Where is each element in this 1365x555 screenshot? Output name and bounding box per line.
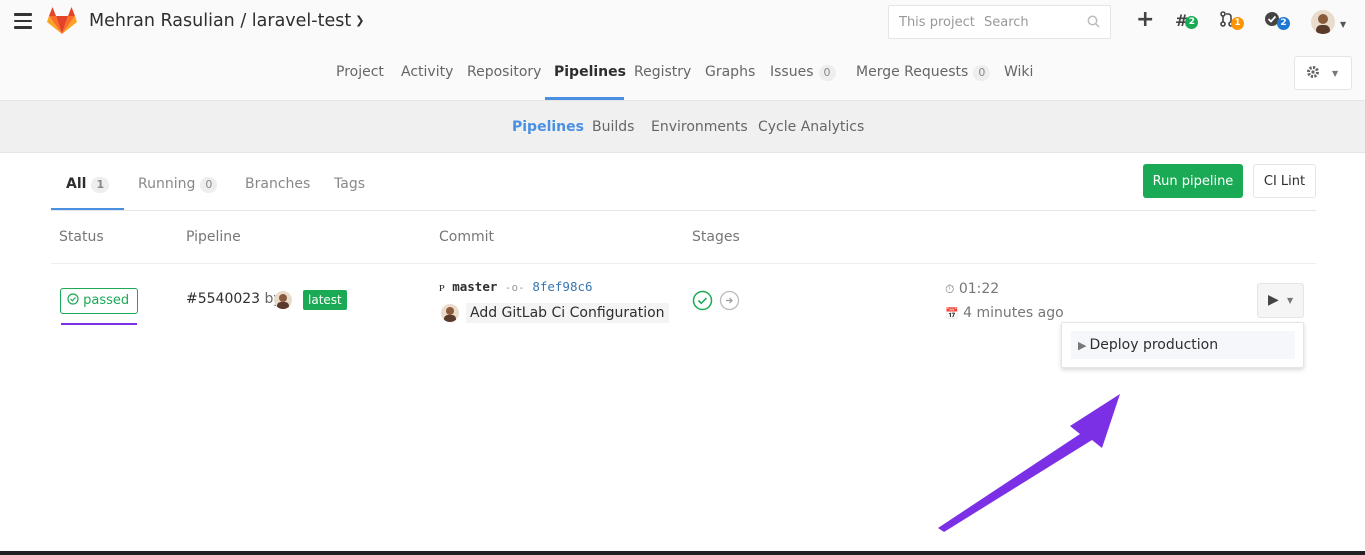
project-path-label: Mehran Rasulian / laravel-test — [89, 11, 352, 31]
sub-nav: Pipelines Builds Environments Cycle Anal… — [0, 101, 1365, 153]
chevron-down-icon: ❯ — [355, 14, 365, 27]
nav-activity[interactable]: Activity — [401, 64, 453, 80]
subnav-builds[interactable]: Builds — [592, 119, 634, 135]
timer-icon: ⏱ — [945, 282, 955, 296]
deploy-production-action[interactable]: ▶ Deploy production — [1071, 331, 1295, 359]
tab-branches[interactable]: Branches — [245, 176, 310, 192]
tab-running-count: 0 — [200, 177, 218, 193]
nav-project[interactable]: Project — [336, 64, 384, 80]
search-input[interactable]: Search — [984, 15, 1029, 30]
avatar[interactable] — [441, 304, 459, 322]
play-icon: ▶ — [1078, 339, 1087, 352]
gitlab-logo[interactable] — [47, 7, 77, 39]
commit-sha-link[interactable]: 8fef98c6 — [532, 279, 592, 294]
caret-down-icon: ▼ — [1332, 69, 1339, 78]
nav-registry[interactable]: Registry — [634, 64, 691, 80]
search-scope-label: This project — [899, 15, 975, 30]
merge-request-count: 1 — [1231, 17, 1244, 30]
pipeline-duration: ⏱ 01:22 — [945, 281, 999, 297]
gear-icon — [1306, 65, 1320, 83]
stage-manual-icon[interactable] — [719, 290, 740, 315]
issues-icon[interactable]: 2 — [1264, 11, 1290, 33]
settings-button[interactable]: ▼ — [1294, 56, 1352, 90]
run-pipeline-button[interactable]: Run pipeline — [1143, 164, 1243, 198]
header-status: Status — [59, 229, 104, 245]
caret-down-icon: ▼ — [1287, 296, 1294, 305]
manual-actions-button[interactable]: ▶ ▼ — [1257, 283, 1304, 318]
nav-repository[interactable]: Repository — [467, 64, 541, 80]
avatar[interactable] — [274, 291, 292, 309]
search-box[interactable]: This project Search — [888, 5, 1111, 39]
ci-lint-button[interactable]: CI Lint — [1253, 164, 1316, 198]
active-nav-indicator — [545, 97, 624, 100]
commit-icon: -o- — [504, 281, 525, 294]
branch-name: master — [452, 279, 498, 294]
calendar-icon: 📅 — [945, 307, 959, 320]
todo-icon[interactable]: #2 — [1175, 11, 1199, 33]
avatar[interactable] — [1311, 10, 1335, 34]
branch-ref[interactable]: ᴘ master -o- 8fef98c6 — [439, 279, 593, 295]
nav-pipelines[interactable]: Pipelines — [554, 64, 626, 80]
project-nav: Project Activity Repository Pipelines Re… — [0, 46, 1365, 101]
caret-down-icon[interactable]: ▼ — [1340, 20, 1346, 29]
nav-graphs[interactable]: Graphs — [705, 64, 755, 80]
tab-all[interactable]: All 1 — [66, 176, 110, 193]
status-badge[interactable]: passed — [60, 288, 138, 314]
duration-value: 01:22 — [958, 281, 1000, 297]
annotation-underline — [61, 323, 137, 325]
pipeline-finished: 📅 4 minutes ago — [945, 305, 1064, 321]
merge-requests-count-pill: 0 — [973, 65, 991, 81]
branch-icon: ᴘ — [439, 279, 445, 294]
subnav-environments[interactable]: Environments — [651, 119, 748, 135]
table-header-divider — [51, 263, 1316, 264]
check-circle-icon — [67, 293, 79, 305]
tabs-divider — [51, 210, 1316, 211]
search-icon — [1087, 15, 1100, 32]
header-commit: Commit — [439, 229, 494, 245]
tab-all-count: 1 — [91, 177, 110, 193]
latest-badge: latest — [303, 290, 347, 310]
commit-title-link[interactable]: Add GitLab Ci Configuration — [466, 303, 669, 323]
subnav-cycle-analytics[interactable]: Cycle Analytics — [758, 119, 864, 135]
nav-merge-requests[interactable]: Merge Requests 0 — [856, 64, 991, 81]
issues-count-pill: 0 — [818, 65, 836, 81]
nav-wiki[interactable]: Wiki — [1004, 64, 1033, 80]
tab-running-label: Running — [138, 176, 196, 192]
pipeline-id: #5540023 — [186, 291, 261, 307]
issues-count: 2 — [1277, 17, 1290, 30]
plus-icon[interactable]: + — [1136, 7, 1154, 32]
tab-tags[interactable]: Tags — [334, 176, 365, 192]
play-icon: ▶ — [1268, 292, 1279, 308]
merge-request-icon[interactable]: 1 — [1220, 11, 1244, 33]
tab-running[interactable]: Running 0 — [138, 176, 218, 193]
status-label: passed — [83, 293, 130, 308]
stage-passed-icon[interactable] — [692, 290, 713, 315]
annotation-arrow — [938, 394, 1120, 532]
header-pipeline: Pipeline — [186, 229, 241, 245]
finished-value: 4 minutes ago — [963, 305, 1064, 321]
pipeline-link[interactable]: #5540023 by — [186, 291, 282, 307]
nav-merge-requests-label: Merge Requests — [856, 64, 969, 80]
subnav-pipelines[interactable]: Pipelines — [512, 119, 584, 135]
todo-count: 2 — [1185, 16, 1199, 29]
header-stages: Stages — [692, 229, 740, 245]
bottom-border — [0, 551, 1365, 555]
project-title[interactable]: Mehran Rasulian / laravel-test ❯ — [89, 11, 364, 31]
top-header: Mehran Rasulian / laravel-test ❯ This pro… — [0, 0, 1365, 46]
nav-issues-label: Issues — [770, 64, 814, 80]
nav-issues[interactable]: Issues 0 — [770, 64, 836, 81]
hamburger-icon[interactable] — [14, 13, 32, 29]
tab-all-label: All — [66, 176, 87, 192]
deploy-production-label: Deploy production — [1089, 337, 1219, 353]
manual-actions-dropdown: ▶ Deploy production — [1061, 322, 1304, 368]
